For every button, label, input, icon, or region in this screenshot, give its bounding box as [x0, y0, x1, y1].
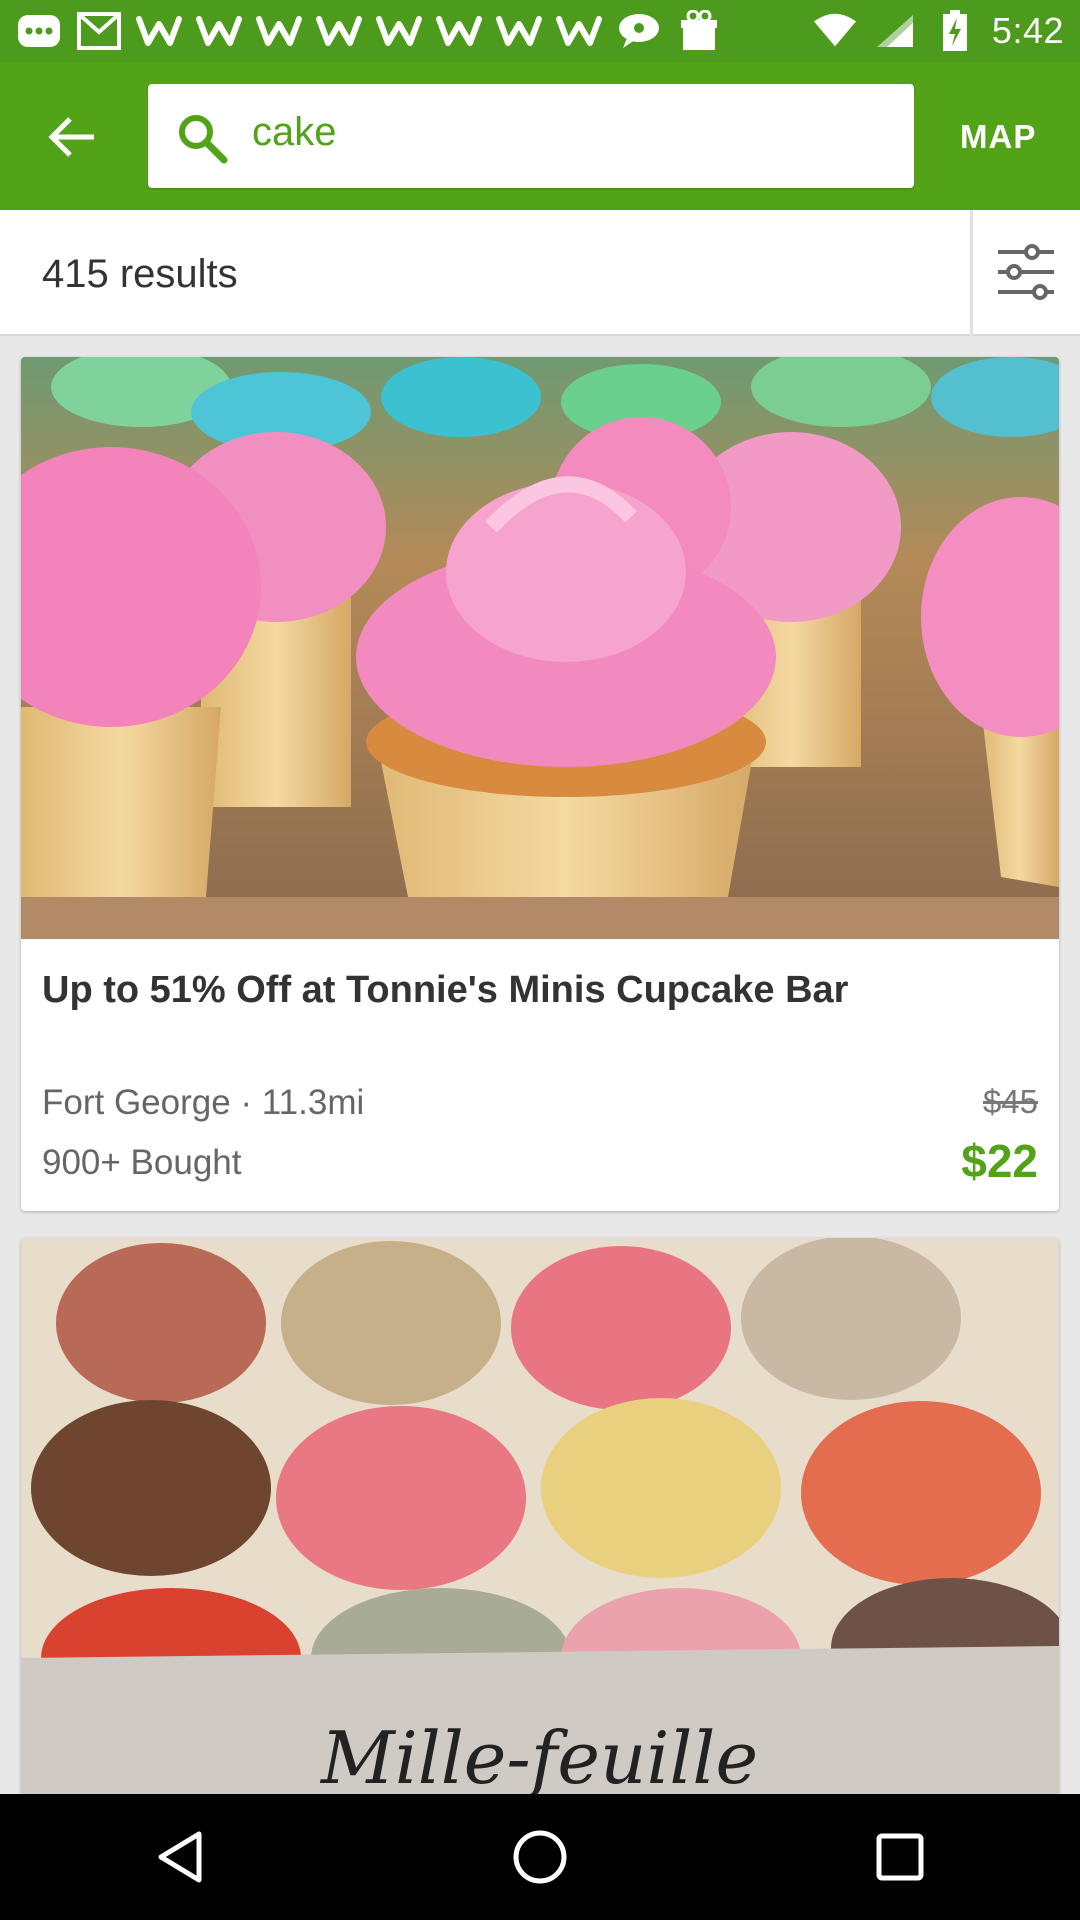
- gift-box-icon: [676, 10, 722, 51]
- deal-card[interactable]: Up to 51% Off at Tonnie's Minis Cupcake …: [21, 357, 1059, 1211]
- search-input[interactable]: cake: [148, 84, 914, 188]
- system-icons: 5:42: [812, 10, 1064, 52]
- nav-recents-button[interactable]: [855, 1812, 945, 1902]
- deal-card[interactable]: Mille-feuille: [21, 1238, 1059, 1798]
- deal-bought-count: 900+ Bought: [42, 1143, 242, 1182]
- w-app-icon: [376, 11, 422, 51]
- back-triangle-icon: [158, 1831, 202, 1883]
- nav-back-button[interactable]: [135, 1812, 225, 1902]
- w-app-icon: [436, 11, 482, 51]
- divider: [970, 210, 973, 336]
- status-bar: 5:42: [0, 0, 1080, 62]
- macarons-box-photo: Mille-feuille: [21, 1238, 1059, 1798]
- gmail-icon: [76, 11, 122, 51]
- results-bar: 415 results: [0, 210, 1080, 336]
- back-button[interactable]: [44, 112, 100, 162]
- nav-home-button[interactable]: [495, 1812, 585, 1902]
- deal-price: $22: [961, 1135, 1038, 1187]
- w-app-icon: [196, 11, 242, 51]
- pink-cupcakes-photo: [21, 357, 1059, 939]
- battery-charging-icon: [932, 10, 978, 51]
- clock: 5:42: [991, 10, 1064, 51]
- system-nav-bar: [0, 1794, 1080, 1920]
- wifi-icon: [812, 11, 858, 51]
- home-circle-icon: [513, 1830, 567, 1884]
- original-price: $45: [982, 1083, 1038, 1120]
- app-screen: 5:42 cake MAP 415 results Up to 51% Off …: [0, 0, 1080, 1920]
- deal-location: Fort George · 11.3mi: [42, 1083, 365, 1122]
- mille-feuille-label: Mille-feuille: [319, 1716, 758, 1798]
- search-icon: [179, 115, 228, 164]
- recents-square-icon: [876, 1833, 924, 1881]
- arrow-left-icon: [48, 117, 94, 157]
- map-button[interactable]: MAP: [960, 118, 1070, 156]
- w-app-icon: [136, 11, 182, 51]
- messenger-icon: [16, 11, 62, 51]
- notification-icons: [16, 10, 812, 51]
- sliders-icon: [998, 244, 1054, 300]
- w-app-icon: [256, 11, 302, 51]
- chat-bubble-icon: [616, 11, 662, 51]
- signal-icon: [872, 11, 918, 51]
- w-app-icon: [556, 11, 602, 51]
- w-app-icon: [316, 11, 362, 51]
- deal-title[interactable]: Up to 51% Off at Tonnie's Minis Cupcake …: [42, 969, 848, 1012]
- results-count: 415 results: [42, 252, 238, 296]
- filter-button[interactable]: [990, 236, 1062, 308]
- w-app-icon: [496, 11, 542, 51]
- search-query[interactable]: cake: [252, 110, 337, 155]
- app-bar: cake MAP: [0, 62, 1080, 210]
